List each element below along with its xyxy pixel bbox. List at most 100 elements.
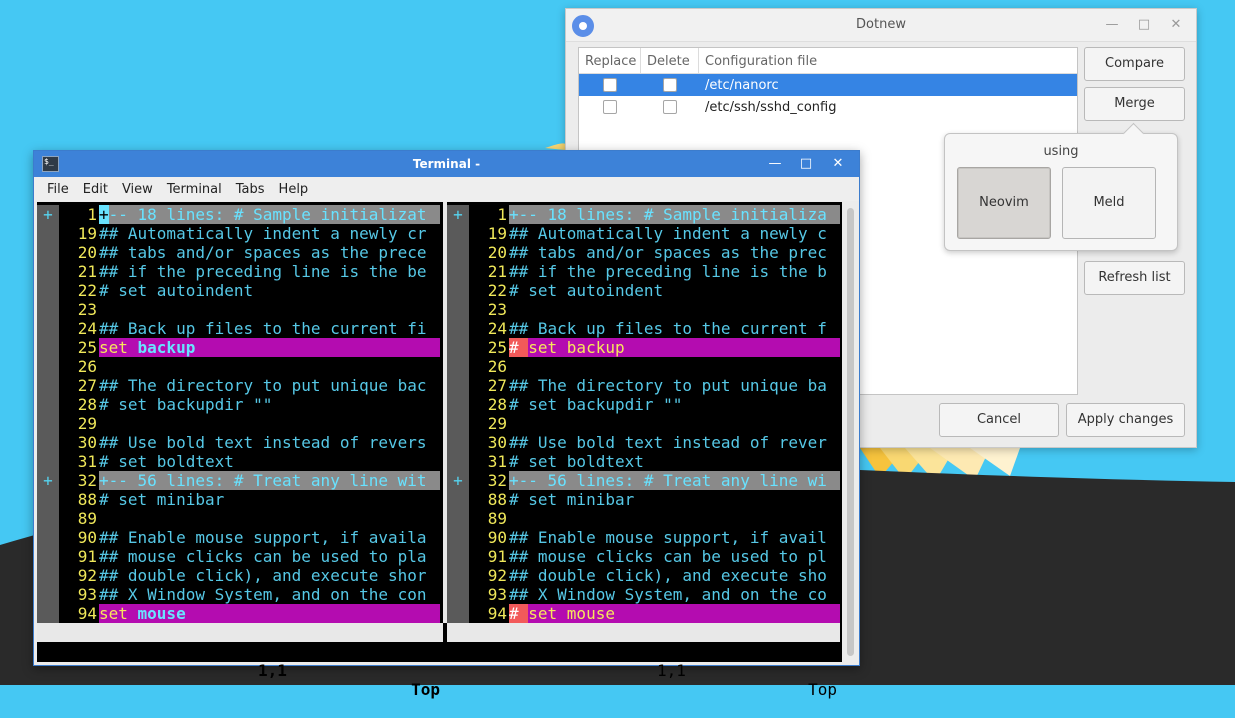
editor-line[interactable]: 25 # set backup	[447, 338, 840, 357]
minimize-icon[interactable]: —	[765, 154, 785, 174]
meld-button[interactable]: Meld	[1062, 167, 1156, 239]
fold-sign	[37, 338, 59, 357]
menu-view[interactable]: View	[115, 182, 160, 197]
editor-line[interactable]: 88 # set minibar	[37, 490, 440, 509]
right-diff-pane[interactable]: +1 +-- 18 lines: # Sample initializa 19 ## …	[447, 205, 840, 623]
editor-line[interactable]: 30 ## Use bold text instead of rever	[447, 433, 840, 452]
column-header-delete[interactable]: Delete	[641, 48, 699, 73]
menu-terminal[interactable]: Terminal	[160, 182, 229, 197]
editor-line[interactable]: 20 ## tabs and/or spaces as the prec	[447, 243, 840, 262]
menu-tabs[interactable]: Tabs	[229, 182, 272, 197]
scrollbar-thumb[interactable]	[847, 208, 854, 656]
line-number: 32	[487, 471, 507, 490]
close-icon[interactable]: ✕	[1166, 15, 1186, 35]
line-text: ## Use bold text instead of rever	[509, 433, 827, 452]
fold-sign	[37, 300, 59, 319]
line-number: 23	[487, 300, 507, 319]
editor-line[interactable]: 22 # set autoindent	[37, 281, 440, 300]
editor-line[interactable]: 31 # set boldtext	[447, 452, 840, 471]
editor-line[interactable]: 91 ## mouse clicks can be used to pla	[37, 547, 440, 566]
cancel-button[interactable]: Cancel	[939, 403, 1059, 437]
editor-line[interactable]: 91 ## mouse clicks can be used to pl	[447, 547, 840, 566]
refresh-list-button[interactable]: Refresh list	[1084, 261, 1185, 295]
editor-line[interactable]: 21 ## if the preceding line is the b	[447, 262, 840, 281]
editor-line[interactable]: 89	[37, 509, 440, 528]
editor-line[interactable]: 94 set mouse	[37, 604, 440, 623]
fold-sign	[447, 604, 469, 623]
right-status-file: /etc/nanorc.new	[504, 642, 650, 661]
editor-line[interactable]: 90 ## Enable mouse support, if avail	[447, 528, 840, 547]
terminal-menubar: File Edit View Terminal Tabs Help	[34, 177, 859, 201]
line-number: 92	[487, 566, 507, 585]
minimize-icon[interactable]: —	[1102, 15, 1122, 35]
editor-line[interactable]: 24 ## Back up files to the current fi	[37, 319, 440, 338]
table-row[interactable]: /etc/nanorc	[579, 74, 1077, 96]
line-number: 22	[487, 281, 507, 300]
left-diff-pane[interactable]: +1 +-- 18 lines: # Sample initializat 19 ##…	[37, 205, 440, 623]
editor-line[interactable]: 28 # set backupdir ""	[447, 395, 840, 414]
replace-checkbox[interactable]	[603, 100, 617, 114]
terminal-scrollbar[interactable]	[842, 202, 859, 662]
menu-file[interactable]: File	[40, 182, 76, 197]
editor-line[interactable]: 26	[447, 357, 840, 376]
maximize-icon[interactable]: □	[796, 154, 816, 174]
menu-help[interactable]: Help	[272, 182, 316, 197]
editor-line[interactable]: 93 ## X Window System, and on the co	[447, 585, 840, 604]
editor-line[interactable]: +32 +-- 56 lines: # Treat any line wi	[447, 471, 840, 490]
apply-changes-button[interactable]: Apply changes	[1066, 403, 1185, 437]
editor-line[interactable]: 31 # set boldtext	[37, 452, 440, 471]
terminal-screen[interactable]: +1 +-- 18 lines: # Sample initializat 19 ##…	[37, 202, 842, 699]
line-number: 19	[487, 224, 507, 243]
editor-line[interactable]: +1 +-- 18 lines: # Sample initializat	[37, 205, 440, 224]
editor-line[interactable]: 93 ## X Window System, and on the con	[37, 585, 440, 604]
left-status-file: /etc/nanorc	[94, 642, 201, 661]
editor-line[interactable]: 27 ## The directory to put unique ba	[447, 376, 840, 395]
replace-checkbox[interactable]	[603, 78, 617, 92]
editor-line[interactable]: 24 ## Back up files to the current f	[447, 319, 840, 338]
delete-checkbox[interactable]	[663, 78, 677, 92]
editor-line[interactable]: 20 ## tabs and/or spaces as the prece	[37, 243, 440, 262]
editor-line[interactable]: 19 ## Automatically indent a newly cr	[37, 224, 440, 243]
editor-line[interactable]: 19 ## Automatically indent a newly c	[447, 224, 840, 243]
editor-line[interactable]: 23	[447, 300, 840, 319]
editor-line[interactable]: 29	[447, 414, 840, 433]
editor-line[interactable]: 26	[37, 357, 440, 376]
editor-line[interactable]: 25 set backup	[37, 338, 440, 357]
line-number: 89	[77, 509, 97, 528]
compare-button[interactable]: Compare	[1084, 47, 1185, 81]
editor-line[interactable]: +32 +-- 56 lines: # Treat any line wit	[37, 471, 440, 490]
close-icon[interactable]: ✕	[828, 154, 848, 174]
fold-sign	[447, 414, 469, 433]
editor-line[interactable]: 22 # set autoindent	[447, 281, 840, 300]
column-header-config-file[interactable]: Configuration file	[699, 48, 1077, 73]
terminal-titlebar: $_ Terminal - — □ ✕	[34, 151, 859, 177]
editor-line[interactable]: 23	[37, 300, 440, 319]
column-header-replace[interactable]: Replace	[579, 48, 641, 73]
line-number: 89	[487, 509, 507, 528]
fold-sign	[447, 376, 469, 395]
neovim-button[interactable]: Neovim	[957, 167, 1051, 239]
menu-edit[interactable]: Edit	[76, 182, 115, 197]
line-text: +-- 56 lines: # Treat any line wit	[99, 471, 440, 490]
editor-line[interactable]: +1 +-- 18 lines: # Sample initializa	[447, 205, 840, 224]
merge-button[interactable]: Merge	[1084, 87, 1185, 121]
delete-checkbox[interactable]	[663, 100, 677, 114]
maximize-icon[interactable]: □	[1134, 15, 1154, 35]
editor-line[interactable]: 21 ## if the preceding line is the be	[37, 262, 440, 281]
editor-line[interactable]: 92 ## double click), and execute shor	[37, 566, 440, 585]
table-row[interactable]: /etc/ssh/sshd_config	[579, 96, 1077, 118]
editor-line[interactable]: 92 ## double click), and execute sho	[447, 566, 840, 585]
diff-line-text: set	[99, 338, 138, 357]
left-status-position: 1,1	[258, 661, 287, 680]
editor-line[interactable]: 29	[37, 414, 440, 433]
editor-line[interactable]: 90 ## Enable mouse support, if availa	[37, 528, 440, 547]
editor-line[interactable]: 89	[447, 509, 840, 528]
fold-sign: +	[37, 205, 59, 224]
editor-line[interactable]: 28 # set backupdir ""	[37, 395, 440, 414]
diff-line-text: set	[99, 604, 138, 623]
editor-line[interactable]: 88 # set minibar	[447, 490, 840, 509]
line-number: 20	[77, 243, 97, 262]
editor-line[interactable]: 94 # set mouse	[447, 604, 840, 623]
editor-line[interactable]: 30 ## Use bold text instead of revers	[37, 433, 440, 452]
editor-line[interactable]: 27 ## The directory to put unique bac	[37, 376, 440, 395]
